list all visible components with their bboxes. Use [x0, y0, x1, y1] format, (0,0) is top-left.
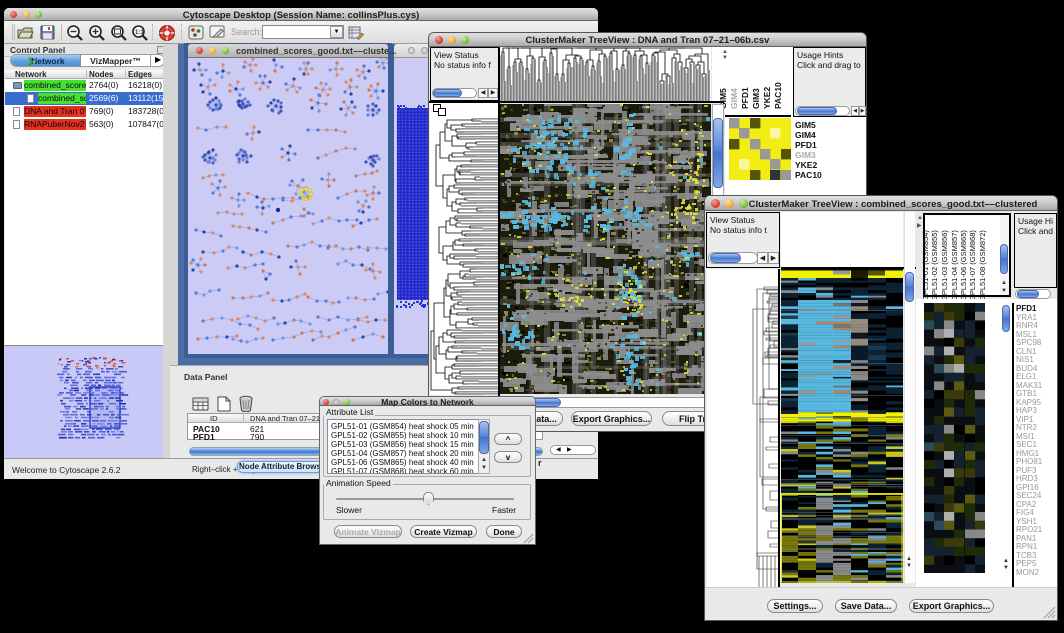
svg-text:1:1: 1:1: [135, 30, 144, 36]
